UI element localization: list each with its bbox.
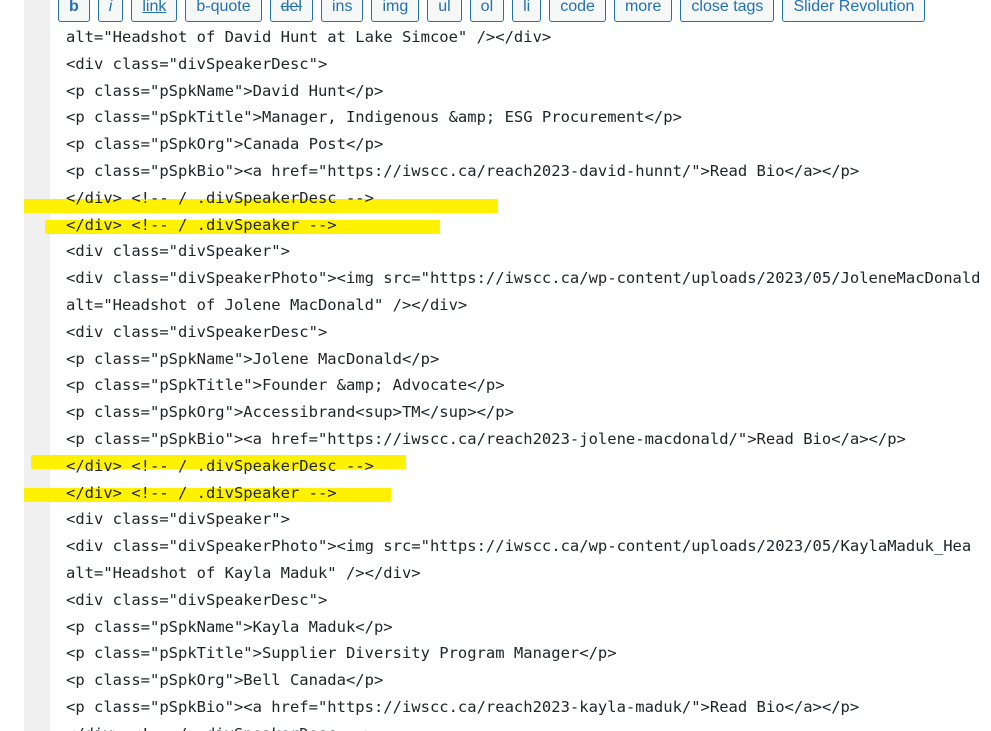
- code-line: </div> <!-- / .divSpeakerDesc -->: [66, 188, 374, 207]
- code-line: <p class="pSpkBio"><a href="https://iwsc…: [66, 161, 860, 180]
- code-line: <div class="divSpeakerDesc">: [66, 590, 328, 609]
- bold-button[interactable]: b: [58, 0, 90, 22]
- code-line: <p class="pSpkBio"><a href="https://iwsc…: [66, 697, 860, 716]
- code-line: <p class="pSpkName">Kayla Maduk</p>: [66, 617, 393, 636]
- more-button[interactable]: more: [613, 0, 673, 22]
- code-line: <div class="divSpeakerPhoto"><img src="h…: [66, 269, 981, 288]
- ol-button[interactable]: ol: [469, 0, 505, 22]
- code-line: <p class="pSpkName">David Hunt</p>: [66, 81, 384, 100]
- code-line: <p class="pSpkTitle">Founder &amp; Advoc…: [66, 376, 505, 395]
- code-line: alt="Headshot of David Hunt at Lake Simc…: [66, 28, 552, 46]
- code-line: <div class="divSpeakerDesc">: [66, 322, 328, 341]
- code-line: alt="Headshot of Kayla Maduk" /></div>: [66, 563, 421, 582]
- code-line: alt="Headshot of Jolene MacDonald" /></d…: [66, 295, 468, 314]
- code-line: <p class="pSpkTitle">Supplier Diversity …: [66, 644, 617, 663]
- code-line: <div class="divSpeaker">: [66, 242, 290, 261]
- html-source-textarea[interactable]: alt="Headshot of David Hunt at Lake Simc…: [66, 24, 981, 731]
- ul-button[interactable]: ul: [427, 0, 462, 22]
- code-line: <div class="divSpeakerPhoto"><img src="h…: [66, 537, 972, 556]
- del-button[interactable]: del: [269, 0, 313, 22]
- editor-gutter: [24, 0, 50, 731]
- code-line: </div> <!-- / .divSpeaker -->: [66, 483, 337, 502]
- code-line: </div> <!-- / .divSpeakerDesc -->: [66, 456, 374, 475]
- blockquote-button[interactable]: b-quote: [185, 0, 262, 22]
- close-tags-button[interactable]: close tags: [680, 0, 775, 22]
- code-line: <p class="pSpkBio"><a href="https://iwsc…: [66, 429, 906, 448]
- quicktags-toolbar: b i link b-quote del ins img ul ol li co…: [58, 0, 926, 22]
- code-line: </div> <!-- / .divSpeakerDesc -->: [66, 721, 981, 731]
- code-editor-screen: b i link b-quote del ins img ul ol li co…: [0, 0, 991, 731]
- code-line: <p class="pSpkName">Jolene MacDonald</p>: [66, 349, 440, 368]
- code-line: <p class="pSpkOrg">Canada Post</p>: [66, 135, 384, 154]
- code-line: <p class="pSpkOrg">Bell Canada</p>: [66, 671, 384, 690]
- code-line: </div> <!-- / .divSpeaker -->: [66, 215, 337, 234]
- code-line: <p class="pSpkTitle">Manager, Indigenous…: [66, 108, 682, 127]
- italic-button[interactable]: i: [97, 0, 124, 22]
- img-button[interactable]: img: [371, 0, 420, 22]
- link-button[interactable]: link: [131, 0, 178, 22]
- ins-button[interactable]: ins: [320, 0, 364, 22]
- code-line: <p class="pSpkOrg">Accessibrand<sup>TM</…: [66, 403, 514, 422]
- li-button[interactable]: li: [512, 0, 542, 22]
- code-line: <div class="divSpeakerDesc">: [66, 54, 328, 73]
- code-line: <div class="divSpeaker">: [66, 510, 290, 529]
- slider-revolution-button[interactable]: Slider Revolution: [782, 0, 926, 22]
- code-button[interactable]: code: [549, 0, 606, 22]
